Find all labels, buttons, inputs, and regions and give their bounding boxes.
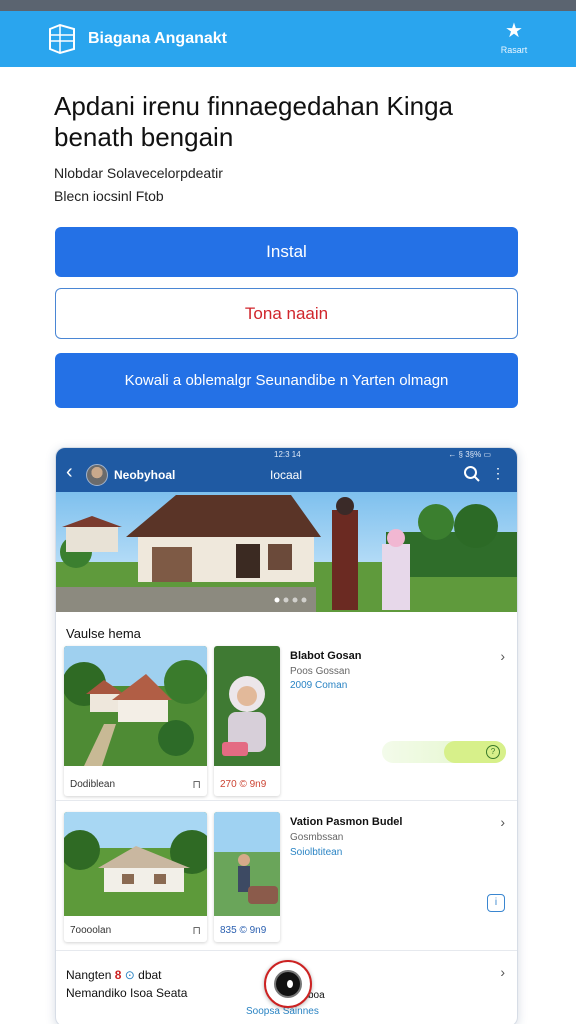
progress-bar: ? — [382, 741, 506, 763]
app-logo-icon — [46, 21, 78, 57]
preview-profile-name: Neobyhoal — [114, 468, 176, 482]
notification-badge: 8 — [114, 968, 122, 982]
item-title: Vation Pasmon Budel — [290, 816, 403, 828]
list-item[interactable]: Nangten 8 ⊙ dbat Nemandiko Isoa Seata bo… — [56, 960, 517, 1024]
chevron-right-icon[interactable]: › — [500, 964, 505, 980]
secondary-button[interactable]: Tona naain — [55, 288, 518, 339]
item-subtitle: Poos Gossan — [290, 666, 351, 677]
thumbnail-stats: 835 © 9n9 — [220, 925, 267, 936]
bottom-item-suffix: dbat — [138, 968, 162, 982]
subline-1: Nlobdar Solavecelorpdeatir — [54, 165, 223, 181]
app-name: Biagana Anganakt — [88, 30, 227, 47]
chevron-right-icon[interactable]: › — [500, 814, 505, 830]
section-title: Vaulse hema — [66, 626, 141, 641]
avatar[interactable] — [86, 464, 108, 486]
item-thumbnail[interactable]: Dodiblean ⊓ — [64, 646, 207, 796]
subline-2: Blecn iocsinl Ftob — [54, 188, 164, 204]
system-status-strip — [0, 0, 576, 11]
preview-status-icons: ← § 3§% ▭ — [448, 450, 491, 459]
app-bar: Biagana Anganakt ★ Rasart — [0, 11, 576, 67]
preview-status-time: 12:3 14 — [274, 450, 301, 459]
divider — [56, 950, 517, 951]
back-arrow-icon[interactable]: ‹ — [66, 462, 73, 482]
app-preview-screenshot: 12:3 14 ← § 3§% ▭ ‹ Neobyhoal Iocaal ⋮ V… — [55, 447, 518, 1024]
list-item[interactable]: Dodiblean ⊓ 270 © 9n9 Blabot Gosan Poos … — [56, 646, 517, 798]
headline-line-1: Apdani irenu finnaegedahan Kinga — [54, 91, 454, 121]
more-options-icon[interactable]: ⋮ — [491, 464, 505, 482]
item-link[interactable]: 2009 Coman — [290, 680, 347, 691]
record-icon — [274, 970, 302, 998]
favorite-button[interactable]: ★ Rasart — [492, 21, 536, 55]
bottom-item-title-text: Nangten — [66, 968, 112, 982]
preview-header: 12:3 14 ← § 3§% ▭ ‹ Neobyhoal Iocaal ⋮ — [56, 448, 517, 492]
item-thumbnail-portrait[interactable]: 270 © 9n9 — [214, 646, 280, 796]
divider — [56, 800, 517, 801]
item-subtitle: Gosmbssan — [290, 832, 344, 843]
page-headline: Apdani irenu finnaegedahan Kinga benath … — [54, 91, 524, 153]
help-icon[interactable]: ? — [486, 745, 500, 759]
list-item[interactable]: 7oooolan ⊓ 835 © 9n9 Vation Pasmon Budel… — [56, 812, 517, 944]
info-icon[interactable]: i — [487, 894, 505, 912]
preview-center-label: Iocaal — [270, 468, 303, 482]
bottom-item-subtitle: Nemandiko Isoa Seata — [66, 986, 188, 1000]
thumbnail-stats: 270 © 9n9 — [220, 779, 267, 790]
favorite-label: Rasart — [500, 45, 528, 55]
share-icon[interactable]: ⊙ — [125, 968, 135, 982]
record-button[interactable] — [264, 960, 312, 1008]
hero-image — [56, 492, 517, 612]
bookmark-icon[interactable]: ⊓ — [192, 924, 201, 937]
cta-button[interactable]: Kowali a oblemalgr Seunandibe n Yarten o… — [55, 353, 518, 408]
item-link[interactable]: Soiolbtitean — [290, 847, 342, 858]
headline-line-2: benath bengain — [54, 122, 234, 152]
item-title: Blabot Gosan — [290, 650, 362, 662]
item-thumbnail[interactable]: 7oooolan ⊓ — [64, 812, 207, 942]
item-thumbnail-portrait[interactable]: 835 © 9n9 — [214, 812, 280, 942]
thumbnail-caption: Dodiblean — [70, 779, 116, 790]
bottom-item-link[interactable]: Soopsa Sainnes — [246, 1006, 319, 1017]
install-button[interactable]: Instal — [55, 227, 518, 277]
main-content: Apdani irenu finnaegedahan Kinga benath … — [0, 67, 576, 1024]
chevron-right-icon[interactable]: › — [500, 648, 505, 664]
bottom-item-title: Nangten 8 ⊙ dbat — [66, 968, 162, 982]
thumbnail-caption: 7oooolan — [70, 925, 112, 936]
star-icon: ★ — [505, 20, 523, 42]
bookmark-icon[interactable]: ⊓ — [192, 778, 201, 791]
search-icon[interactable] — [463, 465, 481, 483]
